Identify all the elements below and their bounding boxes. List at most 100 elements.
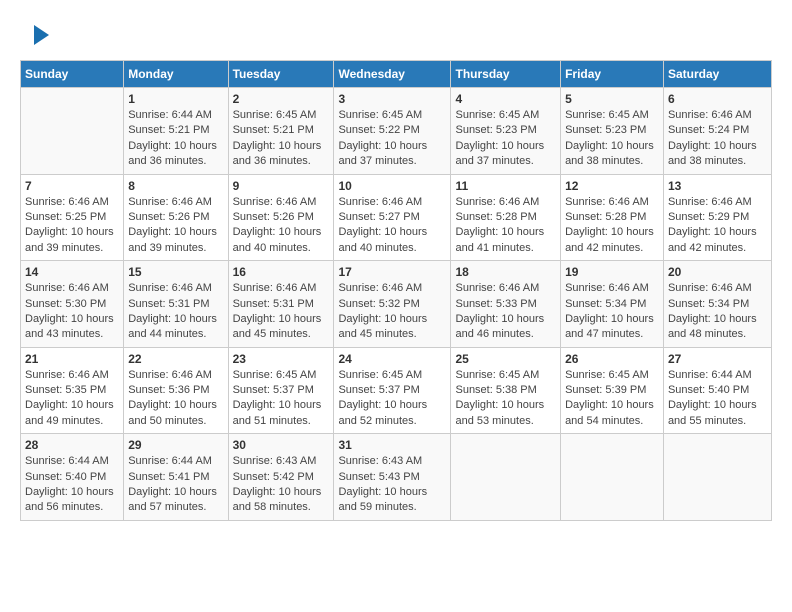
day-number: 29 (128, 438, 223, 452)
day-number: 31 (338, 438, 446, 452)
day-cell: 16Sunrise: 6:46 AMSunset: 5:31 PMDayligh… (228, 261, 334, 348)
day-cell: 8 Sunrise: 6:46 AMSunset: 5:26 PMDaylight… (124, 174, 228, 261)
day-info: Sunrise: 6:45 AMSunset: 5:22 PMDaylight:… (338, 108, 446, 170)
day-number: 15 (128, 265, 223, 279)
day-number: 1 (128, 92, 223, 106)
day-info: Sunrise: 6:46 AMSunset: 5:33 PMDaylight:… (455, 281, 556, 343)
col-header-friday: Friday (561, 61, 664, 88)
day-number: 11 (455, 179, 556, 193)
day-info: Sunrise: 6:46 AMSunset: 5:36 PMDaylight:… (128, 368, 223, 430)
day-info: Sunrise: 6:44 AMSunset: 5:40 PMDaylight:… (668, 368, 767, 430)
day-info: Sunrise: 6:45 AMSunset: 5:21 PMDaylight:… (233, 108, 330, 170)
day-info: Sunrise: 6:43 AMSunset: 5:42 PMDaylight:… (233, 454, 330, 516)
col-header-sunday: Sunday (21, 61, 124, 88)
day-cell: 15 Sunrise: 6:46 AMSunset: 5:31 PMDayligh… (124, 261, 228, 348)
day-number: 8 (128, 179, 223, 193)
logo (20, 20, 54, 50)
col-header-monday: Monday (124, 61, 228, 88)
day-number: 19 (565, 265, 659, 279)
day-cell: 21Sunrise: 6:46 AMSunset: 5:35 PMDayligh… (21, 347, 124, 434)
day-number: 4 (455, 92, 556, 106)
day-cell: 11 Sunrise: 6:46 AMSunset: 5:28 PMDayligh… (451, 174, 561, 261)
day-number: 5 (565, 92, 659, 106)
page-header (20, 20, 772, 50)
day-cell: 20 Sunrise: 6:46 AMSunset: 5:34 PMDayligh… (663, 261, 771, 348)
day-info: Sunrise: 6:44 AMSunset: 5:41 PMDaylight:… (128, 454, 223, 516)
day-number: 25 (455, 352, 556, 366)
week-row-5: 28 Sunrise: 6:44 AMSunset: 5:40 PMDayligh… (21, 434, 772, 521)
day-info: Sunrise: 6:46 AMSunset: 5:29 PMDaylight:… (668, 195, 767, 257)
day-number: 20 (668, 265, 767, 279)
day-info: Sunrise: 6:46 AMSunset: 5:34 PMDaylight:… (668, 281, 767, 343)
day-number: 12 (565, 179, 659, 193)
day-cell: 9Sunrise: 6:46 AMSunset: 5:26 PMDaylight… (228, 174, 334, 261)
day-info: Sunrise: 6:45 AMSunset: 5:38 PMDaylight:… (455, 368, 556, 430)
day-number: 13 (668, 179, 767, 193)
day-cell (663, 434, 771, 521)
day-cell: 4 Sunrise: 6:45 AMSunset: 5:23 PMDaylight… (451, 88, 561, 175)
day-cell: 30 Sunrise: 6:43 AMSunset: 5:42 PMDayligh… (228, 434, 334, 521)
day-cell: 19 Sunrise: 6:46 AMSunset: 5:34 PMDayligh… (561, 261, 664, 348)
day-number: 17 (338, 265, 446, 279)
week-row-1: 1 Sunrise: 6:44 AMSunset: 5:21 PMDaylight… (21, 88, 772, 175)
day-cell: 14Sunrise: 6:46 AMSunset: 5:30 PMDayligh… (21, 261, 124, 348)
day-info: Sunrise: 6:44 AMSunset: 5:21 PMDaylight:… (128, 108, 223, 170)
day-number: 7 (25, 179, 119, 193)
day-info: Sunrise: 6:45 AMSunset: 5:23 PMDaylight:… (455, 108, 556, 170)
day-info: Sunrise: 6:44 AMSunset: 5:40 PMDaylight:… (25, 454, 119, 516)
day-cell: 1 Sunrise: 6:44 AMSunset: 5:21 PMDaylight… (124, 88, 228, 175)
day-cell: 24 Sunrise: 6:45 AMSunset: 5:37 PMDayligh… (334, 347, 451, 434)
day-cell: 26 Sunrise: 6:45 AMSunset: 5:39 PMDayligh… (561, 347, 664, 434)
day-cell: 10 Sunrise: 6:46 AMSunset: 5:27 PMDayligh… (334, 174, 451, 261)
day-info: Sunrise: 6:46 AMSunset: 5:30 PMDaylight:… (25, 281, 119, 343)
day-number: 2 (233, 92, 330, 106)
day-cell: 18 Sunrise: 6:46 AMSunset: 5:33 PMDayligh… (451, 261, 561, 348)
day-cell: 27 Sunrise: 6:44 AMSunset: 5:40 PMDayligh… (663, 347, 771, 434)
day-info: Sunrise: 6:46 AMSunset: 5:27 PMDaylight:… (338, 195, 446, 257)
day-cell: 5Sunrise: 6:45 AMSunset: 5:23 PMDaylight… (561, 88, 664, 175)
calendar-table: SundayMondayTuesdayWednesdayThursdayFrid… (20, 60, 772, 521)
week-row-2: 7Sunrise: 6:46 AMSunset: 5:25 PMDaylight… (21, 174, 772, 261)
day-number: 21 (25, 352, 119, 366)
day-number: 26 (565, 352, 659, 366)
week-row-3: 14Sunrise: 6:46 AMSunset: 5:30 PMDayligh… (21, 261, 772, 348)
day-cell (451, 434, 561, 521)
day-info: Sunrise: 6:45 AMSunset: 5:39 PMDaylight:… (565, 368, 659, 430)
day-info: Sunrise: 6:45 AMSunset: 5:37 PMDaylight:… (338, 368, 446, 430)
day-cell: 7Sunrise: 6:46 AMSunset: 5:25 PMDaylight… (21, 174, 124, 261)
day-number: 18 (455, 265, 556, 279)
col-header-tuesday: Tuesday (228, 61, 334, 88)
day-info: Sunrise: 6:43 AMSunset: 5:43 PMDaylight:… (338, 454, 446, 516)
logo-icon (24, 20, 54, 50)
day-number: 27 (668, 352, 767, 366)
day-info: Sunrise: 6:46 AMSunset: 5:28 PMDaylight:… (455, 195, 556, 257)
day-number: 24 (338, 352, 446, 366)
week-row-4: 21Sunrise: 6:46 AMSunset: 5:35 PMDayligh… (21, 347, 772, 434)
day-cell: 29 Sunrise: 6:44 AMSunset: 5:41 PMDayligh… (124, 434, 228, 521)
col-header-wednesday: Wednesday (334, 61, 451, 88)
day-number: 10 (338, 179, 446, 193)
col-header-thursday: Thursday (451, 61, 561, 88)
day-cell: 2 Sunrise: 6:45 AMSunset: 5:21 PMDaylight… (228, 88, 334, 175)
day-cell: 28 Sunrise: 6:44 AMSunset: 5:40 PMDayligh… (21, 434, 124, 521)
day-number: 30 (233, 438, 330, 452)
day-cell: 13 Sunrise: 6:46 AMSunset: 5:29 PMDayligh… (663, 174, 771, 261)
col-header-saturday: Saturday (663, 61, 771, 88)
day-info: Sunrise: 6:46 AMSunset: 5:26 PMDaylight:… (233, 195, 330, 257)
day-cell (561, 434, 664, 521)
day-cell: 22Sunrise: 6:46 AMSunset: 5:36 PMDayligh… (124, 347, 228, 434)
day-number: 28 (25, 438, 119, 452)
day-info: Sunrise: 6:46 AMSunset: 5:34 PMDaylight:… (565, 281, 659, 343)
day-info: Sunrise: 6:46 AMSunset: 5:28 PMDaylight:… (565, 195, 659, 257)
day-info: Sunrise: 6:46 AMSunset: 5:31 PMDaylight:… (128, 281, 223, 343)
day-cell: 17 Sunrise: 6:46 AMSunset: 5:32 PMDayligh… (334, 261, 451, 348)
day-info: Sunrise: 6:46 AMSunset: 5:32 PMDaylight:… (338, 281, 446, 343)
day-cell: 31 Sunrise: 6:43 AMSunset: 5:43 PMDayligh… (334, 434, 451, 521)
day-cell: 23Sunrise: 6:45 AMSunset: 5:37 PMDayligh… (228, 347, 334, 434)
day-info: Sunrise: 6:46 AMSunset: 5:24 PMDaylight:… (668, 108, 767, 170)
day-cell (21, 88, 124, 175)
day-number: 16 (233, 265, 330, 279)
day-cell: 3Sunrise: 6:45 AMSunset: 5:22 PMDaylight… (334, 88, 451, 175)
day-number: 23 (233, 352, 330, 366)
day-info: Sunrise: 6:46 AMSunset: 5:26 PMDaylight:… (128, 195, 223, 257)
